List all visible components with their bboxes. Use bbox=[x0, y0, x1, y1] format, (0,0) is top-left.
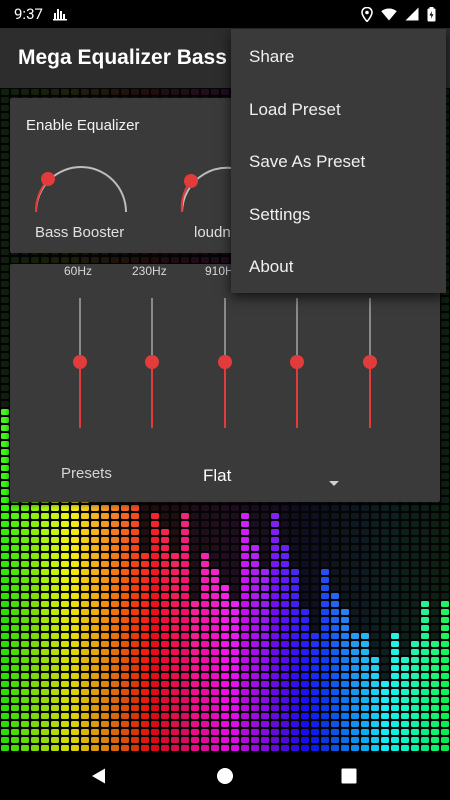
app-title: Mega Equalizer Bass bbox=[18, 46, 227, 69]
recents-icon[interactable] bbox=[337, 764, 361, 788]
slider-thumb[interactable] bbox=[145, 355, 159, 369]
equalizer-notification-icon bbox=[52, 7, 67, 21]
equalizer-card: 60Hz 230Hz 910Hz Presets Flat bbox=[10, 264, 440, 502]
back-icon[interactable] bbox=[87, 764, 111, 788]
loudness-label: loudn bbox=[194, 224, 231, 241]
slider-fill bbox=[296, 362, 298, 428]
home-icon[interactable] bbox=[213, 764, 237, 788]
status-time: 9:37 bbox=[14, 5, 43, 23]
navigation-bar bbox=[0, 752, 450, 800]
band-slider-910hz[interactable] bbox=[218, 298, 232, 428]
band-freq-60hz: 60Hz bbox=[64, 264, 93, 278]
menu-item-about[interactable]: About bbox=[231, 241, 446, 294]
slider-fill bbox=[369, 362, 371, 428]
status-bar: 9:37 bbox=[0, 0, 450, 28]
location-icon bbox=[361, 6, 373, 22]
bass-booster-label: Bass Booster bbox=[35, 224, 125, 241]
band-slider-5[interactable] bbox=[363, 298, 377, 428]
slider-thumb[interactable] bbox=[363, 355, 377, 369]
signal-icon bbox=[405, 7, 419, 21]
menu-item-save-as-preset[interactable]: Save As Preset bbox=[231, 136, 446, 189]
slider-fill bbox=[151, 362, 153, 428]
slider-thumb[interactable] bbox=[218, 355, 232, 369]
slider-thumb[interactable] bbox=[73, 355, 87, 369]
band-freq-230hz: 230Hz bbox=[132, 264, 167, 278]
presets-label: Presets bbox=[61, 465, 112, 482]
slider-fill bbox=[224, 362, 226, 428]
battery-icon bbox=[427, 6, 436, 22]
enable-equalizer-label[interactable]: Enable Equalizer bbox=[26, 117, 139, 134]
slider-fill bbox=[79, 362, 81, 428]
menu-item-share[interactable]: Share bbox=[231, 31, 446, 84]
band-slider-60hz[interactable] bbox=[73, 298, 87, 428]
wifi-icon bbox=[381, 8, 397, 21]
menu-item-settings[interactable]: Settings bbox=[231, 189, 446, 242]
band-slider-230hz[interactable] bbox=[145, 298, 159, 428]
overflow-menu: Share Load Preset Save As Preset Setting… bbox=[231, 29, 446, 293]
slider-thumb[interactable] bbox=[290, 355, 304, 369]
band-slider-4[interactable] bbox=[290, 298, 304, 428]
preset-select-value[interactable]: Flat bbox=[203, 466, 231, 486]
dropdown-arrow-icon[interactable] bbox=[329, 481, 339, 486]
menu-item-load-preset[interactable]: Load Preset bbox=[231, 84, 446, 137]
bass-booster-knob[interactable] bbox=[32, 160, 132, 220]
